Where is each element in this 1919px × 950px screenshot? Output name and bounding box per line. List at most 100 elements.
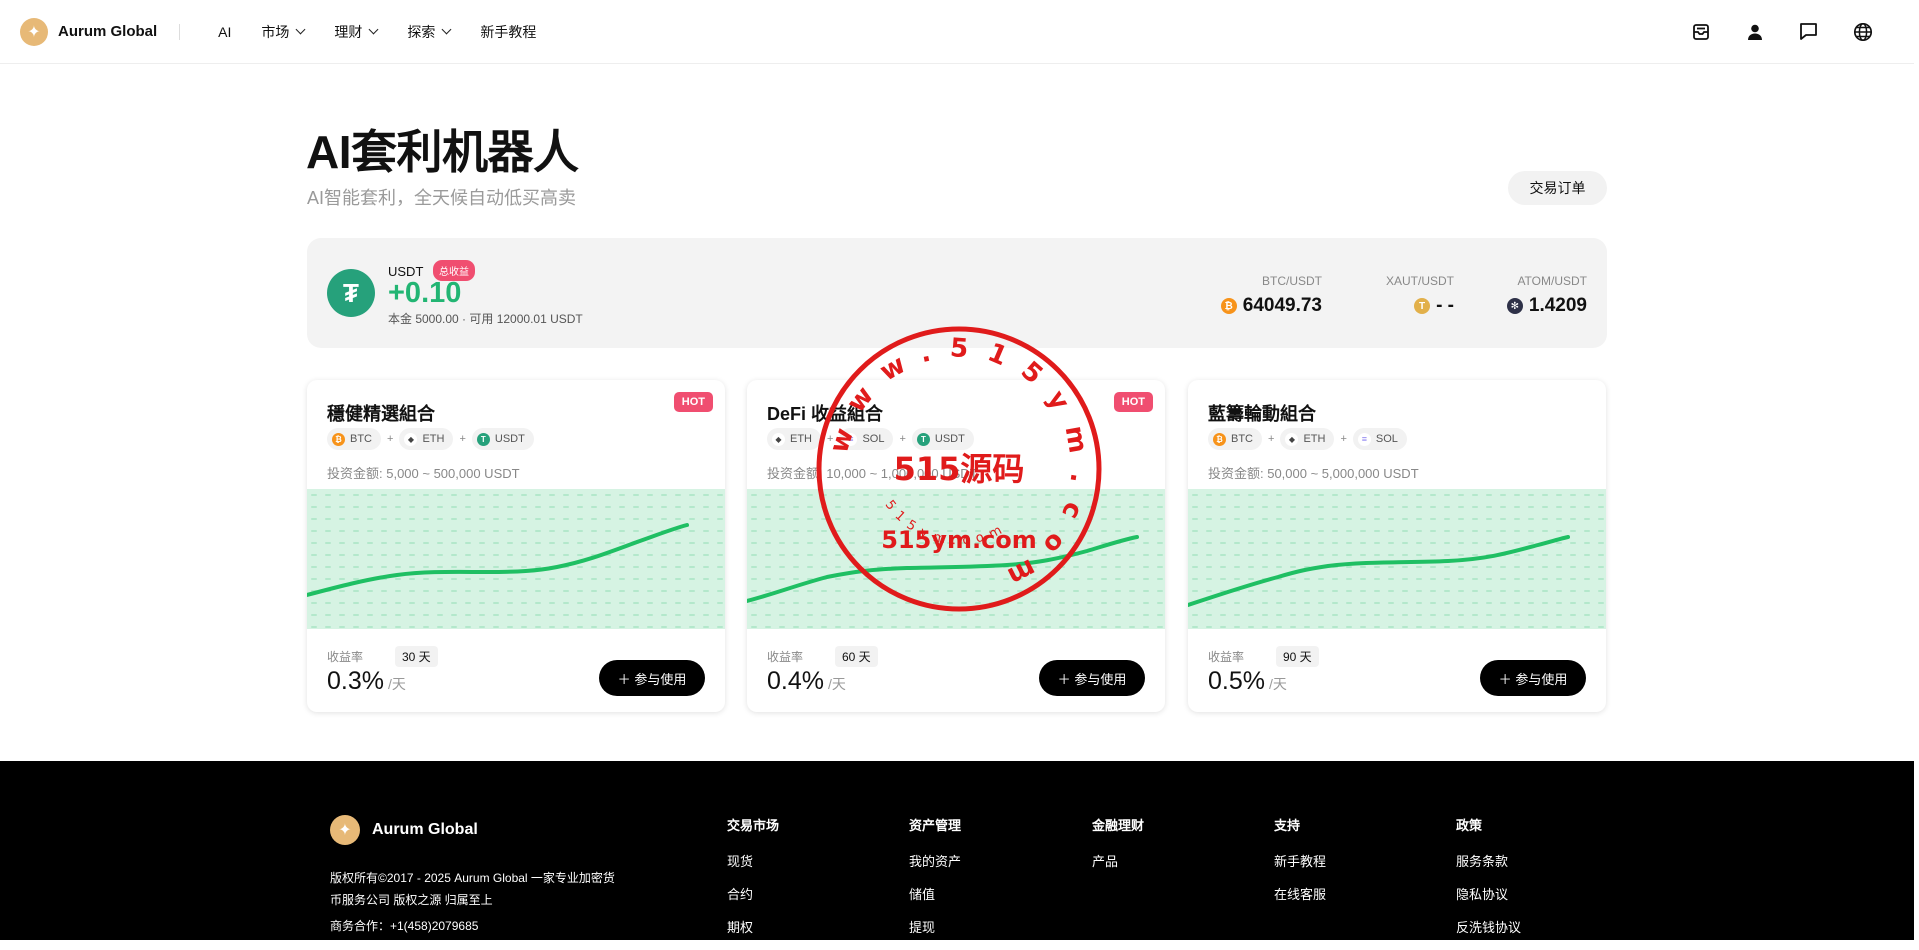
footer-col-support: 支持 新手教程 在线客服 — [1274, 815, 1326, 917]
footer-link[interactable]: 在线客服 — [1274, 884, 1326, 903]
chevron-down-icon — [441, 24, 452, 35]
ethereum-icon: ◆ — [404, 432, 418, 446]
nav-item-ai[interactable]: AI — [218, 22, 231, 42]
nav-label: AI — [218, 23, 232, 40]
join-button[interactable]: ＋ 参与使用 — [1039, 660, 1145, 696]
ticker-price: - - — [1436, 295, 1454, 316]
footer-link[interactable]: 隐私协议 — [1456, 884, 1521, 903]
strategy-title: 穩健精選組合 — [327, 404, 435, 424]
hot-badge: HOT — [673, 392, 713, 412]
bitcoin-icon: ₿ — [332, 432, 345, 446]
footer-link[interactable]: 提现 — [909, 917, 961, 936]
user-icon[interactable] — [1743, 20, 1766, 43]
daily-rate: 0.5%/天 — [1208, 667, 1287, 696]
footer-brand[interactable]: ✦ Aurum Global — [330, 815, 478, 845]
coin-name: ETH — [1303, 433, 1326, 445]
footer-link[interactable]: 新手教程 — [1274, 851, 1326, 870]
ticker-pair: BTC/USDT — [1262, 274, 1322, 288]
coin-chip-sol: ≡ SOL — [839, 428, 894, 450]
balance-panel: ₮ USDT 总收益 +0.10 本金 5000.00 · 可用 12000.0… — [307, 238, 1607, 348]
coin-chip-btc: ₿ BTC — [1208, 428, 1262, 450]
chat-icon[interactable] — [1797, 20, 1820, 43]
plus-sign: + — [1268, 433, 1275, 445]
tether-gold-icon: T — [1414, 298, 1431, 314]
sparkle-logo-icon: ✦ — [330, 815, 360, 845]
duration-tag: 60 天 — [835, 646, 878, 667]
footer-link[interactable]: 我的资产 — [909, 851, 961, 870]
nav-label: 理财 — [334, 23, 363, 40]
footer-col-assets: 资产管理 我的资产 储值 提现 — [909, 815, 961, 950]
yield-label: 收益率 — [1208, 650, 1245, 664]
footer-link[interactable]: 储值 — [909, 884, 961, 903]
daily-rate: 0.4%/天 — [767, 667, 846, 696]
footer-link[interactable]: 服务条款 — [1456, 851, 1521, 870]
page-title: AI套利机器人 — [306, 126, 579, 178]
ticker-btc[interactable]: BTC/USDT ₿ 64049.73 — [1220, 274, 1322, 317]
coin-name: BTC — [350, 433, 372, 445]
ticker-pair: XAUT/USDT — [1385, 274, 1454, 288]
trend-chart — [1188, 489, 1606, 629]
brand-logo[interactable]: ✦ Aurum Global — [20, 17, 158, 46]
nav-item-tutorial[interactable]: 新手教程 — [480, 22, 536, 42]
join-label: 参与使用 — [1074, 671, 1127, 687]
join-button[interactable]: ＋ 参与使用 — [1480, 660, 1586, 696]
coin-chip-btc: ₿ BTC — [327, 428, 381, 450]
coin-name: BTC — [1231, 433, 1253, 445]
trend-chart — [747, 489, 1165, 629]
coin-chips: ₿ BTC + ◆ ETH + T USDT — [327, 428, 534, 450]
ticker-atom[interactable]: ATOM/USDT ✻ 1.4209 — [1506, 274, 1587, 317]
nav-item-market[interactable]: 市场 — [261, 22, 306, 42]
footer-col-title: 支持 — [1274, 818, 1301, 833]
footer-link[interactable]: 期权 — [727, 917, 779, 936]
strategy-card[interactable]: 藍籌輪動組合 ₿ BTC + ◆ ETH + ≡ SOL 投资金额: 50,000 ~… — [1188, 380, 1606, 712]
rate-value: 0.5% — [1208, 667, 1265, 695]
solana-icon: ≡ — [844, 432, 858, 446]
coin-name: SOL — [1375, 433, 1398, 445]
investment-range: 投资金额: 50,000 ~ 5,000,000 USDT — [1208, 466, 1419, 481]
tether-icon: T — [476, 432, 490, 446]
footer-link[interactable]: 产品 — [1092, 851, 1144, 870]
strategy-title: 藍籌輪動組合 — [1208, 404, 1316, 424]
ticker-xaut[interactable]: XAUT/USDT T - - — [1386, 274, 1454, 317]
nav-item-explore[interactable]: 探索 — [407, 22, 452, 42]
plus-sign: + — [387, 433, 394, 445]
coin-chip-sol: ≡ SOL — [1352, 428, 1407, 450]
nav-label: 市场 — [261, 23, 290, 40]
balance-detail: 本金 5000.00 · 可用 12000.01 USDT — [388, 312, 583, 326]
tether-icon: ₮ — [327, 269, 375, 317]
investment-range: 投资金额: 5,000 ~ 500,000 USDT — [327, 466, 520, 481]
duration-tag: 90 天 — [1276, 646, 1319, 667]
ethereum-icon: ◆ — [1285, 432, 1299, 446]
ticker-price: 1.4209 — [1528, 295, 1587, 316]
trade-orders-button[interactable]: 交易订单 — [1508, 171, 1607, 205]
join-button[interactable]: ＋ 参与使用 — [599, 660, 705, 696]
bitcoin-icon: ₿ — [1213, 432, 1226, 446]
rate-unit: /天 — [1268, 676, 1287, 692]
coin-name: USDT — [494, 433, 525, 445]
footer-brand-name: Aurum Global — [372, 821, 478, 838]
header-actions — [1689, 20, 1874, 43]
plus-icon: ＋ — [1057, 671, 1071, 687]
strategy-card[interactable]: HOT 穩健精選組合 ₿ BTC + ◆ ETH + T USDT 投资金额: 5,0… — [307, 380, 725, 712]
plus-sign: + — [827, 433, 834, 445]
footer-link[interactable]: 合约 — [727, 884, 779, 903]
strategy-card[interactable]: HOT DeFi 收益組合 ◆ ETH + ≡ SOL + T USDT 投资金额: … — [747, 380, 1165, 712]
bitcoin-icon: ₿ — [1220, 298, 1237, 314]
brand-name: Aurum Global — [58, 23, 158, 40]
yield-label: 收益率 — [327, 650, 364, 664]
ethereum-icon: ◆ — [772, 432, 785, 446]
yield-label: 收益率 — [767, 650, 804, 664]
site-footer: ✦ Aurum Global 版权所有©2017 - 2025 Aurum Gl… — [0, 761, 1914, 940]
coin-name: ETH — [790, 433, 812, 445]
sparkle-logo-icon: ✦ — [20, 17, 48, 46]
coin-name: SOL — [862, 433, 885, 445]
trend-chart — [307, 489, 725, 629]
footer-link[interactable]: 现货 — [727, 851, 779, 870]
plus-icon: ＋ — [617, 671, 631, 687]
nav-item-finance[interactable]: 理财 — [334, 22, 379, 42]
footer-link[interactable]: 反洗钱协议 — [1456, 917, 1521, 936]
inbox-icon[interactable] — [1689, 20, 1712, 43]
chevron-down-icon — [368, 24, 379, 35]
globe-icon[interactable] — [1851, 20, 1874, 43]
chevron-down-icon — [295, 24, 306, 35]
